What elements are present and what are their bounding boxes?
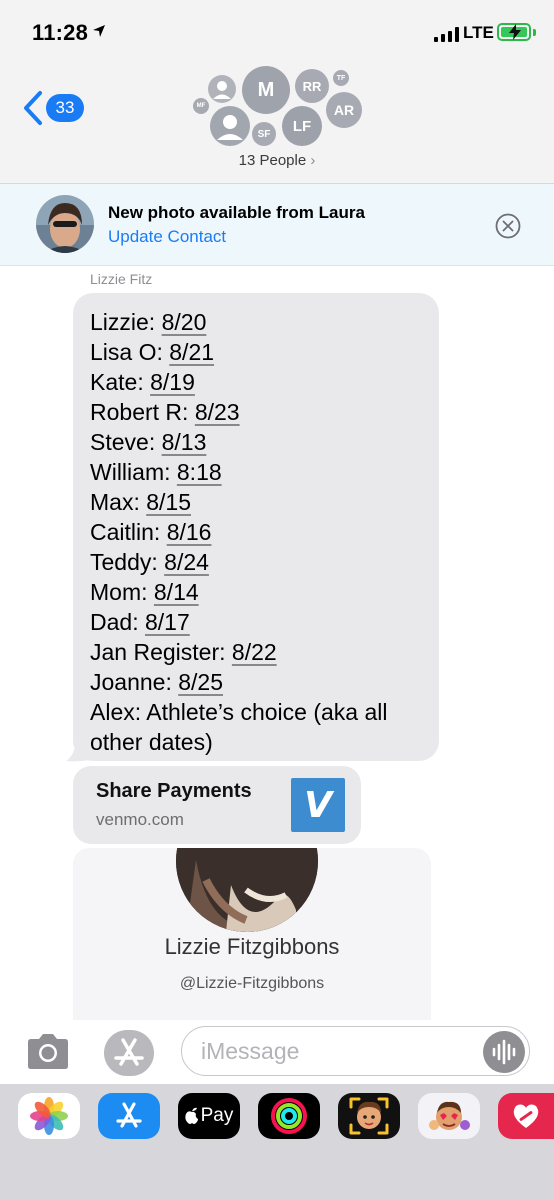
message-line: William: 8:18 <box>90 459 222 485</box>
venmo-logo-icon: V <box>291 778 345 832</box>
imessage-input[interactable] <box>181 1026 530 1076</box>
date-link[interactable]: 8/25 <box>178 669 223 695</box>
message-line: Lizzie: 8/20 <box>90 309 207 335</box>
avatar[interactable]: TF <box>333 70 349 86</box>
date-link[interactable]: 8/20 <box>162 309 207 335</box>
message-bubble[interactable]: Lizzie: 8/20 Lisa O: 8/21 Kate: 8/19 Rob… <box>73 293 439 761</box>
message-line: other dates) <box>90 729 213 755</box>
message-line: Teddy: 8/24 <box>90 549 209 575</box>
date-link[interactable]: 8/24 <box>164 549 209 575</box>
link-title: Share Payments <box>96 780 252 802</box>
date-link[interactable]: 8/16 <box>167 519 212 545</box>
profile-handle: @Lizzie-Fitzgibbons <box>179 975 325 992</box>
message-line: Caitlin: 8/16 <box>90 519 212 545</box>
waveform-icon <box>492 1039 516 1065</box>
date-link[interactable]: 8/14 <box>154 579 199 605</box>
venmo-profile-card[interactable]: Lizzie Fitzgibbons @Lizzie-Fitzgibbons <box>73 848 431 1020</box>
update-contact-link[interactable]: Update Contact <box>108 227 226 247</box>
date-link[interactable]: 8/15 <box>146 489 191 515</box>
people-count-label: 13 People <box>238 152 307 169</box>
date-link[interactable]: 8/23 <box>195 399 240 425</box>
avatar[interactable]: MF <box>193 98 209 114</box>
chevron-right-icon: › <box>310 152 316 169</box>
message-line: Robert R: 8/23 <box>90 399 240 425</box>
image-playground-icon[interactable] <box>498 1093 554 1139</box>
contact-photo-avatar <box>36 195 94 253</box>
avatar[interactable]: RR <box>295 69 329 103</box>
app-store-icon[interactable] <box>98 1093 160 1139</box>
audio-message-button[interactable] <box>483 1031 525 1073</box>
avatar[interactable]: AR <box>326 92 362 128</box>
avatar[interactable]: LF <box>282 106 322 146</box>
carrier-label: LTE <box>463 23 494 42</box>
status-bar: 11:28 LTE <box>0 0 554 62</box>
date-link[interactable]: 8:18 <box>177 459 222 485</box>
message-line: Kate: 8/19 <box>90 369 195 395</box>
group-details-link[interactable]: 13 People › <box>0 152 554 169</box>
date-link[interactable]: 8/13 <box>162 429 207 455</box>
cellular-signal-icon <box>434 26 459 42</box>
date-link[interactable]: 8/19 <box>150 369 195 395</box>
apple-pay-icon[interactable]: Pay <box>178 1093 240 1139</box>
contact-photo-banner: New photo available from Laura Update Co… <box>0 184 554 266</box>
fitness-activity-icon[interactable] <box>258 1093 320 1139</box>
avatar-placeholder-icon[interactable] <box>208 75 236 103</box>
message-line: Mom: 8/14 <box>90 579 199 605</box>
app-store-button[interactable] <box>104 1030 154 1076</box>
message-line: Joanne: 8/25 <box>90 669 224 695</box>
memoji-icon[interactable] <box>338 1093 400 1139</box>
location-arrow-icon <box>93 25 105 37</box>
banner-title: New photo available from Laura <box>108 203 365 222</box>
link-domain: venmo.com <box>96 810 184 829</box>
conversation-header: 33 M RR TF MF AR SF LF 13 People › <box>0 62 554 184</box>
profile-name: Lizzie Fitzgibbons <box>164 934 340 959</box>
link-preview-card[interactable]: Share Payments venmo.com V <box>73 766 361 844</box>
back-chevron-icon[interactable] <box>22 90 44 126</box>
message-line: Max: 8/15 <box>90 489 191 515</box>
message-line: Jan Register: 8/22 <box>90 639 277 665</box>
date-link[interactable]: 8/17 <box>145 609 190 635</box>
status-time: 11:28 <box>32 20 89 45</box>
message-line: Alex: Athlete’s choice (aka all <box>90 699 388 725</box>
sender-name: Lizzie Fitz <box>90 271 153 287</box>
date-link[interactable]: 8/22 <box>232 639 277 665</box>
animoji-stickers-icon[interactable] <box>418 1093 480 1139</box>
photos-app-icon[interactable] <box>18 1093 80 1139</box>
avatar[interactable]: SF <box>252 122 276 146</box>
date-link[interactable]: 8/21 <box>169 339 214 365</box>
charging-bolt-icon <box>509 24 521 40</box>
avatar[interactable]: M <box>242 66 290 114</box>
message-line: Lisa O: 8/21 <box>90 339 215 365</box>
message-line: Dad: 8/17 <box>90 609 190 635</box>
profile-photo <box>176 848 318 932</box>
message-text: Lizzie: 8/20 Lisa O: 8/21 Kate: 8/19 Rob… <box>90 307 430 757</box>
back-unread-badge[interactable]: 33 <box>46 94 84 122</box>
avatar-placeholder-icon[interactable] <box>210 106 250 146</box>
message-line: Steve: 8/13 <box>90 429 207 455</box>
close-icon[interactable] <box>495 213 521 239</box>
app-store-icon <box>114 1038 144 1066</box>
camera-icon[interactable] <box>24 1032 72 1072</box>
